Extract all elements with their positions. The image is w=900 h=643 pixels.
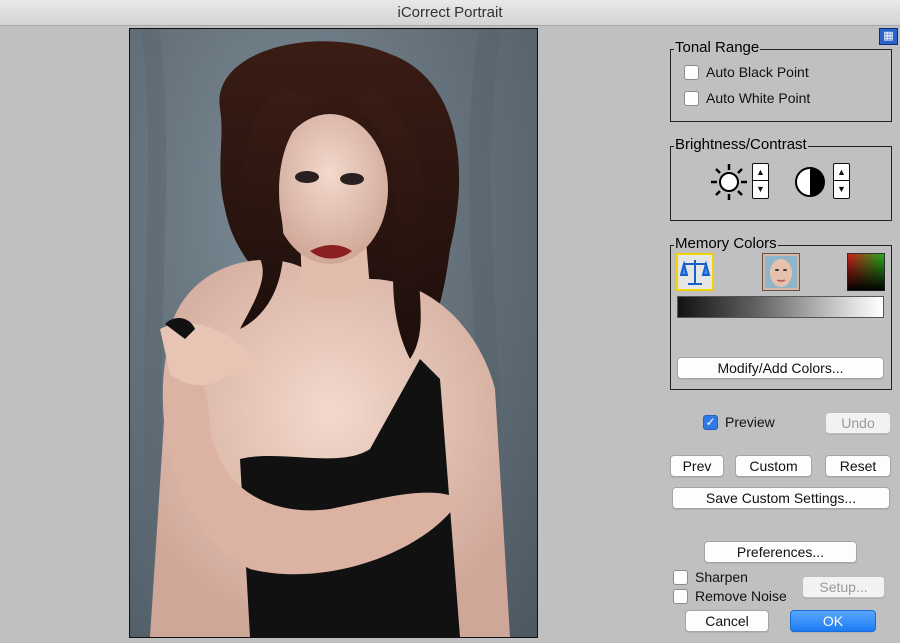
save-custom-settings-button[interactable]: Save Custom Settings... <box>672 487 890 509</box>
remove-noise-label: Remove Noise <box>695 588 787 604</box>
help-grid-icon[interactable]: ▦ <box>879 28 898 45</box>
custom-button[interactable]: Custom <box>735 455 812 477</box>
remove-noise-row[interactable]: Remove Noise <box>673 588 787 604</box>
undo-button[interactable]: Undo <box>825 412 891 434</box>
auto-white-point-checkbox[interactable] <box>684 90 699 106</box>
brightness-down-icon[interactable]: ▼ <box>753 181 768 198</box>
sharpen-checkbox[interactable] <box>673 569 688 585</box>
setup-button[interactable]: Setup... <box>802 576 885 598</box>
prev-button[interactable]: Prev <box>670 455 724 477</box>
preview-checkbox[interactable]: ✓ <box>703 414 718 430</box>
contrast-down-icon[interactable]: ▼ <box>834 181 849 198</box>
sun-icon <box>711 164 747 200</box>
tonal-range-title: Tonal Range <box>674 39 761 57</box>
brightness-contrast-title: Brightness/Contrast <box>674 136 808 154</box>
contrast-icon <box>795 167 825 197</box>
remove-noise-checkbox[interactable] <box>673 588 688 604</box>
sharpen-label: Sharpen <box>695 569 748 585</box>
auto-black-point-checkbox[interactable] <box>684 64 699 80</box>
neutral-balance-scale-icon[interactable] <box>676 253 714 291</box>
preview-row[interactable]: ✓ Preview <box>703 414 775 430</box>
auto-white-point-label: Auto White Point <box>706 90 811 106</box>
cancel-button[interactable]: Cancel <box>685 610 769 632</box>
brightness-up-icon[interactable]: ▲ <box>753 164 768 181</box>
brightness-contrast-group: Brightness/Contrast <box>670 136 892 221</box>
preferences-button[interactable]: Preferences... <box>704 541 857 563</box>
brightness-stepper[interactable]: ▲ ▼ <box>752 163 769 199</box>
ok-button[interactable]: OK <box>790 610 876 632</box>
memory-color-gradient-bar <box>677 296 884 318</box>
contrast-up-icon[interactable]: ▲ <box>834 164 849 181</box>
portrait-photo <box>141 29 510 637</box>
auto-black-point-row[interactable]: Auto Black Point <box>684 64 809 80</box>
auto-black-point-label: Auto Black Point <box>706 64 809 80</box>
window-title: iCorrect Portrait <box>0 0 900 26</box>
contrast-stepper[interactable]: ▲ ▼ <box>833 163 850 199</box>
memory-colors-title: Memory Colors <box>674 235 778 253</box>
sharpen-row[interactable]: Sharpen <box>673 569 748 585</box>
modify-add-colors-button[interactable]: Modify/Add Colors... <box>677 357 884 379</box>
reset-button[interactable]: Reset <box>825 455 891 477</box>
tonal-range-group: Tonal Range <box>670 39 892 122</box>
auto-white-point-row[interactable]: Auto White Point <box>684 90 810 106</box>
color-gradient-icon[interactable] <box>847 253 885 291</box>
skin-tone-face-icon[interactable] <box>762 253 800 291</box>
preview-label: Preview <box>725 414 775 430</box>
image-preview[interactable] <box>129 28 538 638</box>
icorrect-portrait-window: iCorrect Portrait ▦ Tonal Range Auto Bla… <box>0 0 900 643</box>
